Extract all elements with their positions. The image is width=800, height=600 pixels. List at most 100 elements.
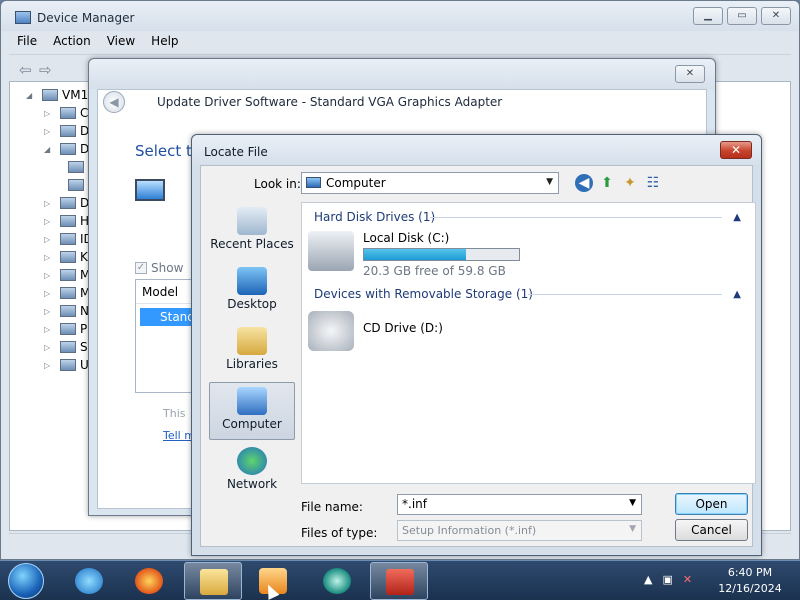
expand-icon[interactable]: ▷ [44,217,54,226]
collapse-icon[interactable]: ◢ [26,91,36,100]
back-arrow-icon[interactable]: ⇦ [19,61,32,79]
taskbar-device-manager[interactable] [370,562,428,600]
libraries-icon [237,327,267,355]
close-button[interactable]: ✕ [761,7,791,25]
tree-item[interactable]: ▷ ID [44,230,93,248]
menu-action[interactable]: Action [45,31,99,53]
ide-icon [60,233,76,245]
open-button[interactable]: Open [675,493,748,515]
usb-icon [60,359,76,371]
clock-time: 6:40 PM [727,566,773,579]
expand-icon[interactable]: ▷ [44,343,54,352]
show-compatible-checkbox[interactable]: ✓ Show [135,261,183,275]
taskbar-ie[interactable] [60,562,118,600]
device-icon [60,125,76,137]
place-libraries[interactable]: Libraries [209,322,295,380]
up-folder-icon[interactable]: ⬆ [598,174,616,192]
file-name-value: *.inf [402,497,427,511]
maximize-button[interactable]: ▭ [727,7,757,25]
expand-icon[interactable]: ▷ [44,361,54,370]
file-name-label: File name: [301,500,363,514]
computer-icon [42,89,58,101]
expand-icon[interactable]: ▷ [44,289,54,298]
chevron-up-icon[interactable]: ▲ [733,289,741,300]
network-icon [237,447,267,475]
tree-item[interactable]: ▷ M [44,284,90,302]
ie-icon [75,568,103,594]
expand-icon[interactable]: ▷ [44,307,54,316]
expand-icon[interactable]: ▷ [44,325,54,334]
expand-icon[interactable]: ▷ [44,235,54,244]
tree-item[interactable]: ◢ Di [44,140,93,158]
model-column-header[interactable]: Model [136,280,194,304]
hid-icon [60,215,76,227]
cancel-button[interactable]: Cancel [675,519,748,541]
place-recent[interactable]: Recent Places [209,202,295,260]
group-header-hard-disk[interactable]: Hard Disk Drives (1) [314,210,435,224]
tree-item[interactable]: ▷ M [44,266,90,284]
taskbar-explorer[interactable] [184,562,242,600]
drive-cd[interactable]: CD Drive (D:) [308,311,608,361]
clock[interactable]: 6:40 PM 12/16/2024 [710,565,790,597]
expand-icon[interactable]: ▷ [44,109,54,118]
place-label: Recent Places [210,237,294,251]
expand-icon[interactable]: ▷ [44,127,54,136]
tree-item[interactable]: ▷ Di [44,122,93,140]
recent-places-icon [237,207,267,235]
file-list: Hard Disk Drives (1) ▲ Local Disk (C:) 2… [301,202,756,484]
expand-icon[interactable]: ▷ [44,271,54,280]
back-icon[interactable]: ◀ [575,174,593,192]
collapse-icon[interactable]: ◢ [44,145,54,154]
file-name-input[interactable]: *.inf ▼ [397,494,642,515]
hard-disk-icon [308,231,354,271]
tree-item[interactable] [62,158,88,176]
model-selected-item[interactable]: Stand [140,308,195,326]
place-desktop[interactable]: Desktop [209,262,295,320]
network-status-icon[interactable]: ▣ [662,573,672,586]
drive-name: Local Disk (C:) [363,231,450,245]
group-header-removable[interactable]: Devices with Removable Storage (1) [314,287,533,301]
computer-icon [237,387,267,415]
forward-arrow-icon[interactable]: ⇨ [39,61,52,79]
place-label: Libraries [226,357,278,371]
new-folder-icon[interactable]: ✦ [621,174,639,192]
back-button[interactable]: ◀ [103,91,125,113]
tree-item[interactable]: ▷ Pr [44,320,92,338]
chevron-down-icon[interactable]: ▼ [629,524,636,534]
nav-toolbar: ◀ ⬆ ✦ ☷ [575,174,662,192]
file-type-value: Setup Information (*.inf) [402,524,537,537]
taskbar-firefox[interactable] [120,562,178,600]
look-in-dropdown[interactable]: Computer ▼ [301,172,559,194]
show-hidden-icons-icon[interactable]: ▲ [644,573,652,586]
menu-file[interactable]: File [9,31,45,53]
wizard-titlebar[interactable]: ✕ [89,59,715,89]
tree-item[interactable]: ▷ Ur [44,356,94,374]
place-network[interactable]: Network [209,442,295,500]
device-manager-icon [15,11,31,24]
start-button[interactable] [8,563,44,599]
model-list[interactable]: Model Stand [135,279,195,393]
close-button[interactable]: ✕ [720,141,752,159]
device-manager-titlebar[interactable]: Device Manager ▁ ▭ ✕ [1,1,799,31]
locate-titlebar[interactable]: Locate File ✕ [192,135,761,165]
taskbar-app[interactable] [308,562,366,600]
checkbox-icon[interactable]: ✓ [135,262,147,274]
tree-root[interactable]: ◢ VM1 [26,86,88,104]
group-divider [528,294,722,295]
menu-view[interactable]: View [99,31,143,53]
drive-local-disk[interactable]: Local Disk (C:) 20.3 GB free of 59.8 GB [308,231,608,281]
close-button[interactable]: ✕ [675,65,705,83]
expand-icon[interactable]: ▷ [44,199,54,208]
show-label: Show [151,261,184,275]
file-type-dropdown[interactable]: Setup Information (*.inf) ▼ [397,520,642,541]
tree-item[interactable] [62,176,88,194]
chevron-up-icon[interactable]: ▲ [733,212,741,223]
minimize-button[interactable]: ▁ [693,7,723,25]
volume-muted-icon[interactable]: ✕ [683,573,692,586]
expand-icon[interactable]: ▷ [44,253,54,262]
place-computer[interactable]: Computer [209,382,295,440]
menu-help[interactable]: Help [143,31,186,53]
cd-drive-icon [308,311,354,351]
chevron-down-icon[interactable]: ▼ [629,498,636,508]
view-menu-icon[interactable]: ☷ [644,174,662,192]
